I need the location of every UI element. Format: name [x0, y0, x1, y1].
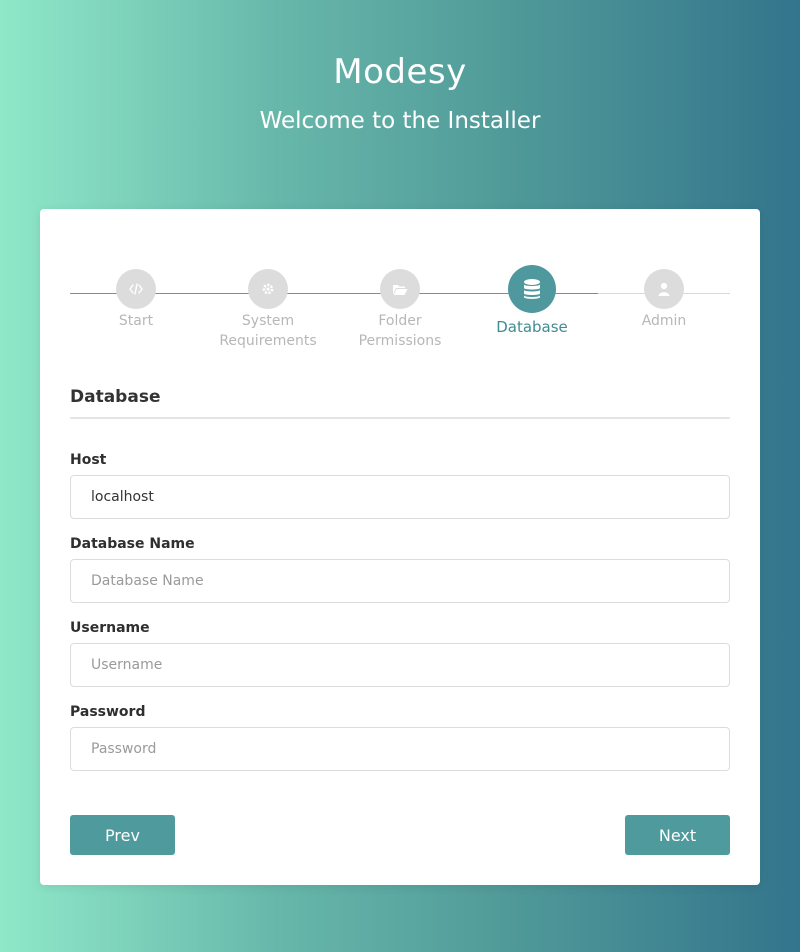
installer-card: Start System Requirements Folder Permiss…	[40, 209, 760, 885]
app-title: Modesy	[333, 52, 467, 92]
installer-header: Modesy Welcome to the Installer	[0, 52, 800, 134]
step-system-requirements-label: System Requirements	[219, 313, 317, 349]
step-start-label: Start	[118, 313, 154, 329]
step-database-circle	[508, 265, 556, 313]
step-start: Start	[66, 269, 206, 331]
host-input[interactable]	[70, 475, 730, 519]
database-name-label: Database Name	[70, 536, 195, 552]
user-icon	[658, 282, 670, 296]
step-database: Database	[462, 265, 602, 337]
next-button[interactable]: Next	[625, 815, 730, 855]
step-system-requirements: System Requirements	[198, 269, 338, 351]
step-system-requirements-circle	[248, 269, 288, 309]
database-name-input[interactable]	[70, 559, 730, 603]
gear-icon	[261, 282, 275, 296]
step-start-circle	[116, 269, 156, 309]
code-icon	[129, 282, 143, 296]
username-input[interactable]	[70, 643, 730, 687]
password-input[interactable]	[70, 727, 730, 771]
host-label: Host	[70, 452, 107, 468]
database-name-field: Database Name	[70, 536, 730, 603]
username-field: Username	[70, 620, 730, 687]
database-icon	[522, 278, 542, 300]
password-label: Password	[70, 704, 146, 720]
section-title: Database	[70, 387, 730, 419]
prev-button[interactable]: Prev	[70, 815, 175, 855]
step-database-label: Database	[496, 318, 568, 336]
username-label: Username	[70, 620, 150, 636]
folder-open-icon	[392, 283, 408, 296]
installer-subtitle: Welcome to the Installer	[259, 108, 541, 134]
step-admin: Admin	[594, 269, 734, 331]
step-folder-permissions-circle	[380, 269, 420, 309]
step-folder-permissions-label: Folder Permissions	[358, 313, 442, 349]
step-admin-label: Admin	[641, 313, 687, 329]
step-folder-permissions: Folder Permissions	[330, 269, 470, 351]
step-admin-circle	[644, 269, 684, 309]
host-field: Host	[70, 452, 730, 519]
password-field: Password	[70, 704, 730, 771]
progress-stepper: Start System Requirements Folder Permiss…	[70, 265, 730, 359]
